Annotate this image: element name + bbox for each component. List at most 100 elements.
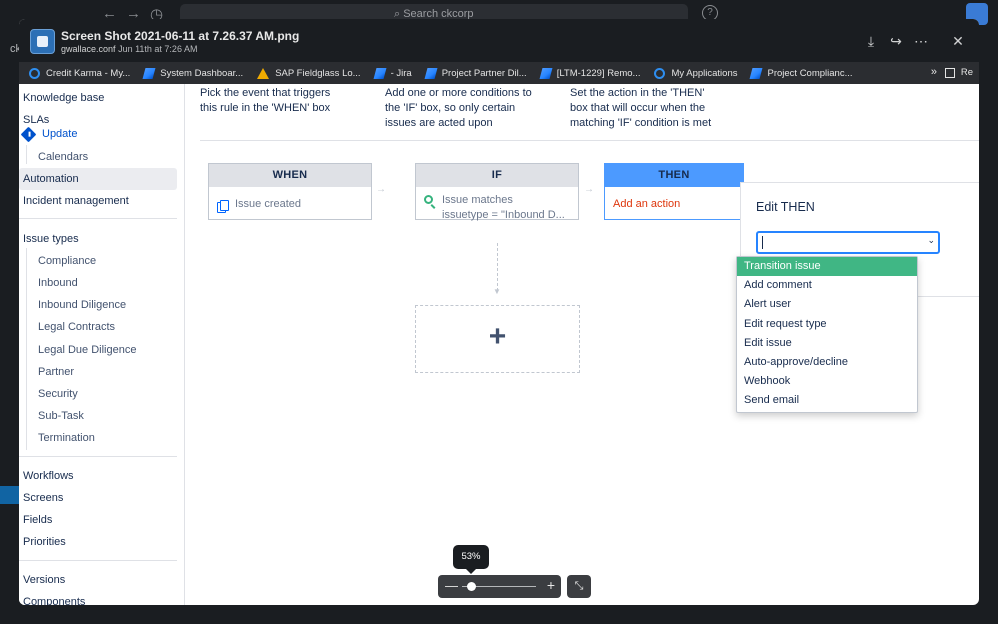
sidebar-item-workflows[interactable]: Workflows	[23, 470, 74, 482]
sidebar-item-sub-task[interactable]: Sub-Task	[38, 410, 84, 422]
arrow-down-icon: ▼	[493, 287, 501, 296]
when-card-title: WHEN	[209, 164, 371, 187]
jira-icon	[750, 67, 763, 79]
image-file-icon	[30, 29, 55, 54]
when-instructions: Pick the event that triggers this rule i…	[200, 87, 331, 114]
sidebar-item-termination[interactable]: Termination	[38, 432, 95, 444]
modal-header: Screen Shot 2021-06-11 at 7.26.37 AM.png…	[19, 19, 979, 62]
project-settings-sidebar: Knowledge base SLAs Update Calendars Aut…	[19, 84, 185, 605]
when-card[interactable]: WHEN Issue created	[208, 163, 372, 220]
sidebar-item-legal-contracts[interactable]: Legal Contracts	[38, 321, 115, 333]
sidebar-item-components[interactable]: Components	[23, 596, 85, 605]
file-author[interactable]: gwallace.conf	[61, 44, 116, 54]
bookmark-ltm-1229[interactable]: [LTM-1229] Remo...	[539, 67, 640, 79]
zoom-slider-handle[interactable]	[467, 582, 476, 591]
bookmark-jira[interactable]: - Jira	[373, 67, 412, 79]
circle-icon	[29, 67, 40, 79]
collapse-icon[interactable]: ⤡	[567, 575, 591, 598]
divider	[200, 140, 979, 141]
chevron-down-icon: ⌄	[927, 235, 935, 245]
sidebar-item-screens[interactable]: Screens	[23, 492, 63, 504]
zoom-in-icon[interactable]: +	[547, 577, 555, 593]
action-dropdown-list: Transition issue Add comment Alert user …	[736, 256, 918, 413]
bookmark-sap-fieldglass[interactable]: SAP Fieldglass Lo...	[257, 67, 361, 79]
sidebar-item-priorities[interactable]: Priorities	[23, 536, 66, 548]
option-webhook[interactable]: Webhook	[737, 372, 917, 391]
add-rule-block-button[interactable]: +	[415, 305, 580, 373]
file-date: Jun 11th at 7:26 AM	[118, 44, 198, 54]
tree-line	[26, 248, 27, 450]
share-icon[interactable]: ↪	[887, 32, 905, 50]
then-card[interactable]: THEN Add an action	[604, 163, 744, 220]
bookmarks-overflow-button[interactable]: »	[931, 66, 937, 78]
sidebar-item-compliance[interactable]: Compliance	[38, 255, 96, 267]
sidebar-item-issue-types[interactable]: Issue types	[23, 233, 79, 245]
sidebar-divider	[19, 218, 177, 219]
dashed-connector	[497, 243, 498, 291]
close-icon[interactable]: ✕	[949, 32, 967, 50]
sidebar-item-fields[interactable]: Fields	[23, 514, 52, 526]
other-bookmarks[interactable]: Re	[944, 67, 973, 78]
search-icon	[424, 195, 433, 204]
bookmark-my-applications[interactable]: My Applications	[654, 67, 737, 79]
action-select[interactable]: ⌄	[756, 231, 940, 254]
when-card-value: Issue created	[235, 198, 302, 210]
bookmark-credit-karma[interactable]: Credit Karma - My...	[29, 67, 130, 79]
sidebar-divider	[19, 456, 177, 457]
sidebar-item-inbound[interactable]: Inbound	[38, 277, 78, 289]
option-transition-issue[interactable]: Transition issue	[737, 257, 917, 277]
if-card-line1: Issue matches	[442, 194, 513, 206]
bookmarks-bar: Credit Karma - My... System Dashboar... …	[19, 62, 979, 84]
text-cursor	[762, 236, 763, 249]
more-actions-icon[interactable]: ⋯	[912, 32, 930, 50]
sidebar-item-calendars[interactable]: Calendars	[38, 151, 88, 163]
option-edit-issue[interactable]: Edit issue	[737, 334, 917, 353]
file-title: Screen Shot 2021-06-11 at 7.26.37 AM.png	[61, 29, 300, 43]
option-send-email[interactable]: Send email	[737, 391, 917, 410]
sidebar-item-partner[interactable]: Partner	[38, 366, 74, 378]
workspace-active-channel[interactable]	[0, 486, 19, 504]
then-card-title: THEN	[605, 164, 743, 187]
zoom-level-tooltip: 53%	[453, 545, 489, 574]
sidebar-divider	[19, 560, 177, 561]
file-preview-modal: Screen Shot 2021-06-11 at 7.26.37 AM.png…	[19, 19, 979, 605]
if-card[interactable]: IF Issue matches issuetype = "Inbound D.…	[415, 163, 579, 221]
sidebar-item-slas[interactable]: SLAs	[23, 114, 49, 126]
download-icon[interactable]: ⤓	[862, 32, 880, 50]
sidebar-item-knowledge-base[interactable]: Knowledge base	[23, 92, 104, 104]
sidebar-item-versions[interactable]: Versions	[23, 574, 65, 586]
option-alert-user[interactable]: Alert user	[737, 295, 917, 314]
sidebar-item-automation[interactable]: Automation	[23, 173, 79, 185]
zoom-control: — +	[438, 575, 561, 598]
zoom-out-icon[interactable]: —	[445, 578, 458, 593]
bookmark-project-partner[interactable]: Project Partner Dil...	[424, 67, 527, 79]
option-add-comment[interactable]: Add comment	[737, 276, 917, 295]
workspace-sidebar	[0, 26, 19, 624]
plus-icon: +	[488, 320, 507, 353]
copy-icon	[217, 200, 229, 213]
sidebar-item-inbound-diligence[interactable]: Inbound Diligence	[38, 299, 126, 311]
arrow-right-icon: →	[584, 184, 594, 195]
option-edit-request-type[interactable]: Edit request type	[737, 315, 917, 334]
circle-icon	[654, 67, 666, 79]
bookmark-system-dashboard[interactable]: System Dashboar...	[142, 67, 243, 79]
arrow-right-icon: →	[376, 184, 386, 195]
option-auto-approve-decline[interactable]: Auto-approve/decline	[737, 353, 917, 372]
edit-then-title: Edit THEN	[756, 200, 815, 214]
tree-line	[26, 145, 27, 164]
then-instructions: Set the action in the 'THEN' box that wi…	[570, 87, 712, 129]
bookmark-project-compliance[interactable]: Project Complianc...	[750, 67, 853, 79]
if-card-line2: issuetype = "Inbound D...	[442, 209, 565, 221]
jira-icon	[142, 67, 156, 79]
sidebar-item-legal-due-diligence[interactable]: Legal Due Diligence	[38, 344, 136, 356]
jira-icon	[373, 67, 387, 79]
if-instructions: Add one or more conditions to the 'IF' b…	[385, 87, 532, 129]
jira-icon	[424, 67, 438, 79]
file-meta: gwallace.conf Jun 11th at 7:26 AM	[61, 44, 197, 54]
sidebar-update-link[interactable]: Update	[20, 126, 77, 142]
sap-icon	[257, 67, 270, 79]
then-card-value: Add an action	[613, 198, 681, 210]
sidebar-item-incident-management[interactable]: Incident management	[23, 195, 129, 207]
jira-icon	[539, 67, 553, 79]
sidebar-item-security[interactable]: Security	[38, 388, 78, 400]
